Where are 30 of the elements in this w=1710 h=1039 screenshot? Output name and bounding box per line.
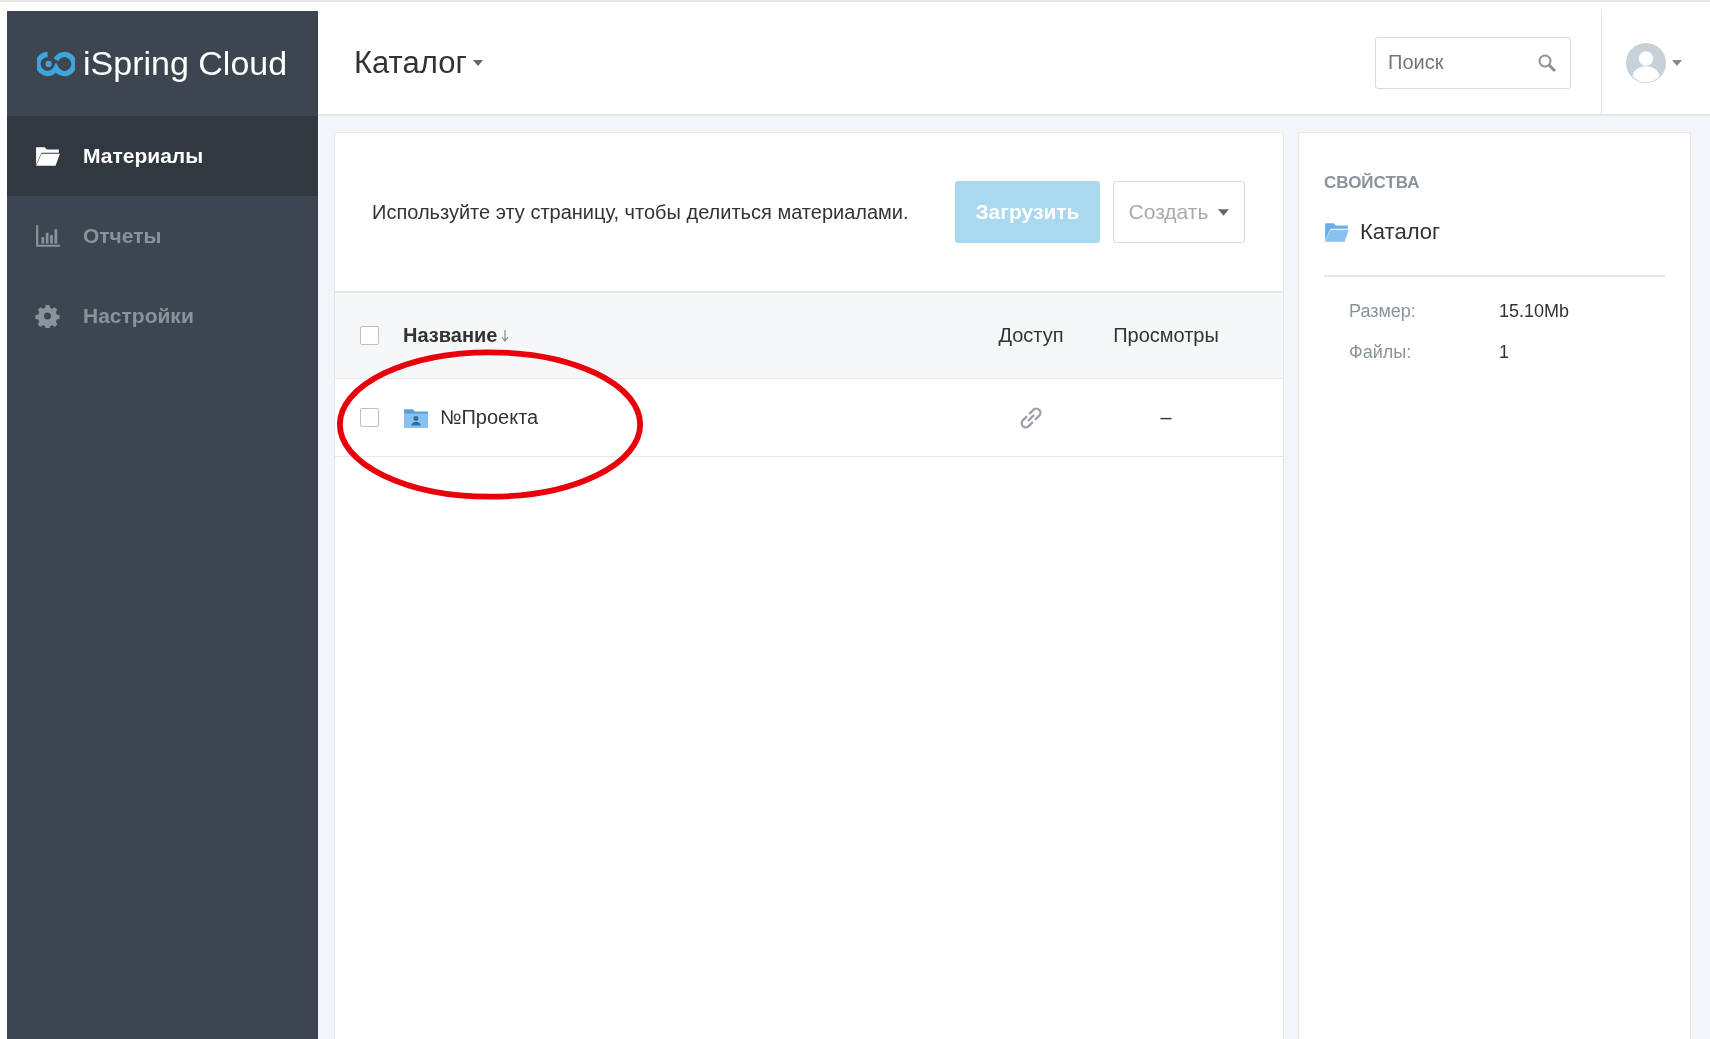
logo-text: iSpring Cloud (83, 44, 288, 83)
property-label: Файлы: (1349, 342, 1413, 363)
folder-name[interactable]: №Проекта (440, 406, 539, 429)
bar-chart-icon (35, 224, 61, 248)
views-cell-text: – (1159, 406, 1173, 429)
description-text: Используйте эту страницу, чтобы делиться материалами. (372, 200, 910, 224)
logo-icon (37, 49, 75, 78)
catalog-dropdown[interactable]: Каталог (354, 44, 1375, 81)
property-value: 15.10Mb (1499, 301, 1570, 322)
properties-heading: СВОЙСТВА (1324, 173, 1421, 193)
folder-icon (35, 144, 61, 168)
search-icon (1537, 52, 1557, 73)
settings-icon (35, 304, 61, 328)
property-value: 1 (1499, 342, 1509, 363)
column-header[interactable]: Доступ (963, 324, 1099, 347)
column-header[interactable]: Название (403, 324, 498, 347)
column-header[interactable]: Просмотры (1099, 324, 1233, 347)
shared-folder-icon (403, 406, 429, 429)
property-label: Размер: (1349, 301, 1417, 322)
caret-icon (472, 59, 483, 66)
avatar-icon (1626, 42, 1666, 83)
folder-icon (1324, 221, 1350, 243)
row-checkbox[interactable] (360, 408, 379, 427)
select-all-checkbox[interactable] (360, 326, 379, 345)
search-field[interactable]: Поиск (1375, 36, 1571, 89)
caret-icon (1672, 59, 1682, 66)
sidebar-item[interactable]: Материалы (7, 116, 318, 196)
folder-title: Каталог (1360, 219, 1440, 245)
sort-arrow-icon (501, 329, 510, 342)
caret-icon (1218, 208, 1230, 216)
